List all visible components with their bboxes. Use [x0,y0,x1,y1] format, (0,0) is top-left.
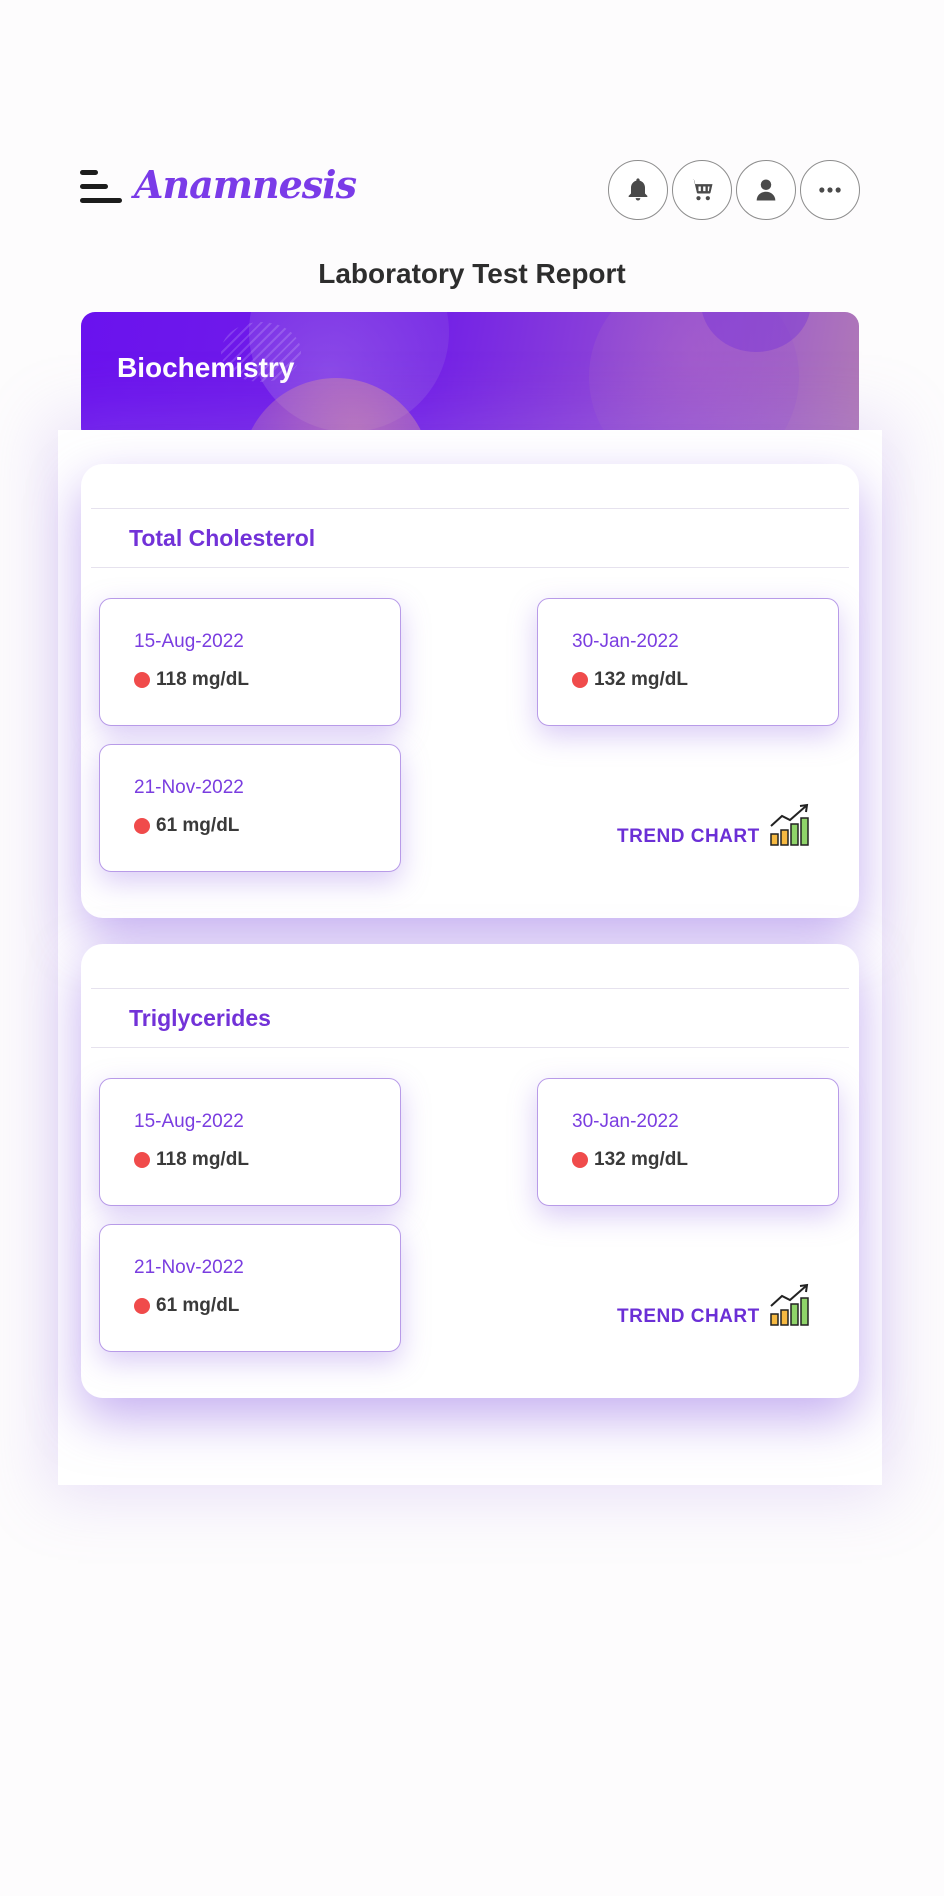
reading-card[interactable]: 30-Jan-2022 132 mg/dL [537,598,839,726]
notifications-button[interactable] [608,160,668,220]
status-dot [134,818,150,834]
reading-card[interactable]: 30-Jan-2022 132 mg/dL [537,1078,839,1206]
more-icon [819,187,841,193]
profile-button[interactable] [736,160,796,220]
reading-value: 118 mg/dL [156,1149,249,1170]
hamburger-menu-icon[interactable] [80,170,122,206]
reading-value: 132 mg/dL [594,669,688,690]
reading-date: 21-Nov-2022 [134,777,244,798]
reading-card[interactable]: 15-Aug-2022 118 mg/dL [99,598,401,726]
test-card-header: Total Cholesterol [91,508,849,568]
status-dot [134,672,150,688]
test-card: Total Cholesterol 15-Aug-2022 118 mg/dL … [81,464,859,918]
app-header: Anamnesis [80,160,860,224]
trend-chart-link[interactable]: TREND CHART [617,802,812,848]
trend-chart-label: TREND CHART [617,826,760,847]
status-dot [572,1152,588,1168]
reading-card[interactable]: 21-Nov-2022 61 mg/dL [99,1224,401,1352]
reading-card[interactable]: 21-Nov-2022 61 mg/dL [99,744,401,872]
app-logo[interactable]: Anamnesis [134,162,357,207]
reading-date: 15-Aug-2022 [134,631,244,652]
more-button[interactable] [800,160,860,220]
reading-value: 61 mg/dL [156,1295,240,1316]
reading-date: 15-Aug-2022 [134,1111,244,1132]
app-root: Anamnesis Laboratory Test Report Biochem… [0,0,944,1896]
status-dot [572,672,588,688]
trend-chart-icon [769,1283,809,1326]
test-name: Total Cholesterol [129,525,316,551]
reading-value: 132 mg/dL [594,1149,688,1170]
header-actions [608,160,860,220]
test-card: Triglycerides 15-Aug-2022 118 mg/dL 30-J… [81,944,859,1398]
bell-icon [628,178,648,201]
cart-button[interactable] [672,160,732,220]
page-title: Laboratory Test Report [318,258,626,289]
banner-title: Biochemistry [117,352,295,383]
test-name: Triglycerides [129,1005,271,1031]
status-dot [134,1152,150,1168]
reading-card[interactable]: 15-Aug-2022 118 mg/dL [99,1078,401,1206]
reading-value: 118 mg/dL [156,669,249,690]
cart-icon [690,179,713,201]
trend-chart-label: TREND CHART [617,1306,760,1327]
user-icon [756,179,776,201]
reading-value: 61 mg/dL [156,815,240,836]
status-dot [134,1298,150,1314]
trend-chart-icon [769,803,809,846]
reading-date: 21-Nov-2022 [134,1257,244,1278]
trend-chart-link[interactable]: TREND CHART [617,1282,812,1328]
section-banner: Biochemistry [81,312,859,442]
test-card-header: Triglycerides [91,988,849,1048]
reading-date: 30-Jan-2022 [572,1111,679,1132]
reading-date: 30-Jan-2022 [572,631,679,652]
